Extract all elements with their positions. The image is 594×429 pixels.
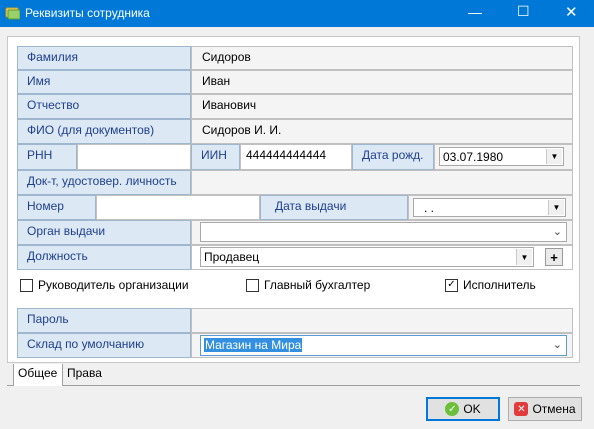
add-position-button[interactable]: + <box>545 248 563 266</box>
close-button[interactable]: ✕ <box>565 3 578 21</box>
first-name-label: Имя <box>17 70 191 94</box>
checkbox-box[interactable] <box>246 278 259 292</box>
dropdown-arrow-icon[interactable]: ▼ <box>516 249 532 265</box>
tab-general[interactable]: Общее <box>13 364 63 386</box>
tab-rights[interactable]: Права <box>63 364 109 384</box>
position-combobox[interactable]: Продавец ▼ <box>200 247 534 267</box>
password-label: Пароль <box>17 308 191 333</box>
position-label: Должность <box>17 245 191 270</box>
minimize-button[interactable]: — <box>468 4 482 20</box>
issuer-label: Орган выдачи <box>17 220 191 245</box>
id-doc-label: Док-т, удостовер. личность <box>17 170 191 195</box>
tab-strip-line <box>7 385 580 386</box>
cancel-button-label: Отмена <box>532 402 576 416</box>
calendar-dropdown-icon[interactable]: ▼ <box>548 200 564 215</box>
check-icon: ✓ <box>447 279 456 290</box>
rnn-field[interactable] <box>77 144 191 170</box>
checkbox-chief-accountant-label: Главный бухгалтер <box>264 278 371 292</box>
default-warehouse-value: Магазин на Мира <box>204 338 303 352</box>
maximize-button[interactable]: ☐ <box>517 3 530 20</box>
checkbox-executor-label: Исполнитель <box>463 278 536 292</box>
cancel-button[interactable]: ✕ Отмена <box>508 397 582 421</box>
cancel-x-icon: ✕ <box>514 402 529 416</box>
last-name-label: Фамилия <box>17 46 191 70</box>
chevron-down-icon[interactable]: ⌄ <box>553 225 562 238</box>
calendar-dropdown-icon[interactable]: ▼ <box>546 149 562 164</box>
checkbox-box-checked[interactable]: ✓ <box>445 278 458 292</box>
window-title: Реквизиты сотрудника <box>25 6 150 20</box>
doc-number-field[interactable] <box>96 195 260 220</box>
checkbox-director[interactable]: Руководитель организации <box>20 278 189 292</box>
password-field[interactable] <box>191 308 573 333</box>
issuer-combobox[interactable]: ⌄ <box>200 222 567 242</box>
iin-label: ИИН <box>191 144 240 170</box>
birth-date-label: Дата рожд. <box>352 144 434 170</box>
issue-date-picker[interactable]: . . ▼ <box>413 198 566 217</box>
birth-date-picker[interactable]: 03.07.1980 ▼ <box>439 147 564 166</box>
ok-button-label: OK <box>463 402 481 416</box>
checkbox-box[interactable] <box>20 278 33 292</box>
checkbox-director-label: Руководитель организации <box>38 278 189 292</box>
rnn-label: РНН <box>17 144 77 170</box>
title-bar: Реквизиты сотрудника — ☐ ✕ <box>0 0 594 27</box>
chevron-down-icon[interactable]: ⌄ <box>553 338 562 351</box>
birth-date-value: 03.07.1980 <box>443 150 504 164</box>
default-warehouse-label: Склад по умолчанию <box>17 333 191 358</box>
issue-date-value: . . <box>424 201 435 215</box>
fio-docs-field[interactable]: Сидоров И. И. <box>191 119 573 144</box>
patronymic-field[interactable]: Иванович <box>191 94 573 119</box>
checkbox-chief-accountant[interactable]: Главный бухгалтер <box>246 278 370 292</box>
first-name-field[interactable]: Иван <box>191 70 573 94</box>
issue-date-label: Дата выдачи <box>260 195 408 220</box>
fio-docs-label: ФИО (для документов) <box>17 119 191 144</box>
id-doc-row-bg <box>191 170 573 195</box>
ok-button[interactable]: ✓ OK <box>426 397 500 421</box>
app-icon <box>5 6 21 20</box>
patronymic-label: Отчество <box>17 94 191 119</box>
default-warehouse-combobox[interactable]: Магазин на Мира ⌄ <box>200 335 567 356</box>
checkbox-executor[interactable]: ✓ Исполнитель <box>445 278 536 292</box>
last-name-field[interactable]: Сидоров <box>191 46 573 70</box>
ok-check-icon: ✓ <box>445 402 460 416</box>
position-value: Продавец <box>204 250 260 264</box>
iin-field[interactable]: 444444444444 <box>240 144 352 170</box>
doc-number-label: Номер <box>17 195 96 220</box>
